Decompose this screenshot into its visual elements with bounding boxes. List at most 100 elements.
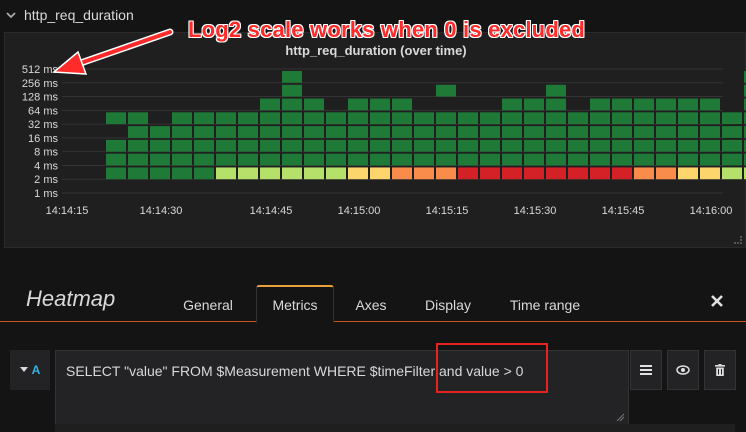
heatmap-cell[interactable] (392, 153, 412, 166)
heatmap-cell[interactable] (128, 139, 148, 152)
heatmap-cell[interactable] (590, 98, 610, 111)
heatmap-cell[interactable] (612, 112, 632, 125)
heatmap-cell[interactable] (612, 153, 632, 166)
heatmap-cell[interactable] (678, 112, 698, 125)
heatmap-cell[interactable] (524, 139, 544, 152)
heatmap-cell[interactable] (612, 167, 632, 180)
heatmap-cell[interactable] (216, 167, 236, 180)
heatmap-cell[interactable] (524, 112, 544, 125)
chevron-down-icon[interactable] (6, 10, 16, 20)
heatmap-cell[interactable] (678, 98, 698, 111)
close-icon[interactable] (710, 294, 724, 308)
toggle-query-button[interactable] (667, 350, 699, 390)
heatmap-cell[interactable] (348, 153, 368, 166)
heatmap-cell[interactable] (480, 126, 500, 138)
heatmap-cell[interactable] (634, 153, 654, 166)
heatmap-cell[interactable] (722, 126, 742, 138)
panel-resize-handle[interactable] (734, 236, 742, 244)
heatmap-cell[interactable] (216, 153, 236, 166)
heatmap-cell[interactable] (238, 153, 258, 166)
heatmap-cell[interactable] (480, 167, 500, 180)
heatmap-cell[interactable] (414, 126, 434, 138)
heatmap-cell[interactable] (194, 167, 214, 180)
heatmap-cell[interactable] (590, 126, 610, 138)
heatmap-cell[interactable] (634, 98, 654, 111)
tab-axes[interactable]: Axes (342, 288, 400, 322)
heatmap-cell[interactable] (700, 126, 720, 138)
heatmap-cell[interactable] (436, 139, 456, 152)
heatmap-cell[interactable] (282, 139, 302, 152)
heatmap-cell[interactable] (634, 112, 654, 125)
heatmap-cell[interactable] (546, 98, 566, 111)
heatmap-cell[interactable] (326, 167, 346, 180)
heatmap-cell[interactable] (700, 112, 720, 125)
heatmap-cell[interactable] (524, 153, 544, 166)
heatmap-cell[interactable] (722, 153, 742, 166)
heatmap-cell[interactable] (304, 98, 324, 111)
heatmap-cell[interactable] (282, 153, 302, 166)
heatmap-cell[interactable] (172, 167, 192, 180)
heatmap-cell[interactable] (480, 139, 500, 152)
heatmap-cell[interactable] (414, 139, 434, 152)
heatmap-cell[interactable] (656, 139, 676, 152)
heatmap-cell[interactable] (568, 153, 588, 166)
heatmap-cell[interactable] (392, 98, 412, 111)
heatmap-cell[interactable] (678, 167, 698, 180)
heatmap-cell[interactable] (612, 98, 632, 111)
heatmap-cell[interactable] (722, 167, 742, 180)
heatmap-cell[interactable] (458, 153, 478, 166)
heatmap-cell[interactable] (502, 139, 522, 152)
heatmap-cell[interactable] (546, 112, 566, 125)
heatmap-cell[interactable] (348, 167, 368, 180)
heatmap-cell[interactable] (106, 153, 126, 166)
heatmap-cell[interactable] (238, 126, 258, 138)
heatmap-cell[interactable] (128, 167, 148, 180)
heatmap-cell[interactable] (480, 112, 500, 125)
heatmap-cell[interactable] (238, 112, 258, 125)
heatmap-cell[interactable] (370, 139, 390, 152)
heatmap-cell[interactable] (502, 112, 522, 125)
heatmap-cell[interactable] (678, 153, 698, 166)
heatmap-cell[interactable] (612, 139, 632, 152)
heatmap-cell[interactable] (722, 139, 742, 152)
heatmap-cell[interactable] (436, 112, 456, 125)
heatmap-cell[interactable] (436, 126, 456, 138)
heatmap-cell[interactable] (282, 84, 302, 97)
heatmap-cell[interactable] (128, 112, 148, 125)
heatmap-cell[interactable] (392, 112, 412, 125)
tab-metrics[interactable]: Metrics (256, 285, 334, 323)
heatmap-cell[interactable] (172, 126, 192, 138)
heatmap-cell[interactable] (458, 112, 478, 125)
heatmap-cell[interactable] (546, 139, 566, 152)
heatmap-cell[interactable] (370, 167, 390, 180)
heatmap-cell[interactable] (150, 139, 170, 152)
heatmap-cell[interactable] (678, 139, 698, 152)
heatmap-cell[interactable] (546, 126, 566, 138)
heatmap-cell[interactable] (326, 153, 346, 166)
heatmap-cell[interactable] (634, 139, 654, 152)
heatmap-cell[interactable] (414, 112, 434, 125)
heatmap-cell[interactable] (370, 112, 390, 125)
heatmap-cell[interactable] (282, 98, 302, 111)
heatmap-cell[interactable] (524, 167, 544, 180)
heatmap-cell[interactable] (700, 153, 720, 166)
heatmap-cell[interactable] (436, 167, 456, 180)
heatmap-cell[interactable] (216, 139, 236, 152)
textarea-resize-icon[interactable] (615, 412, 625, 422)
heatmap-cell[interactable] (370, 126, 390, 138)
heatmap-cell[interactable] (128, 126, 148, 138)
query-ref-toggle[interactable]: A (10, 350, 50, 390)
heatmap-cell[interactable] (150, 153, 170, 166)
heatmap-cell[interactable] (348, 139, 368, 152)
heatmap-cell[interactable] (590, 153, 610, 166)
heatmap-cell[interactable] (458, 167, 478, 180)
heatmap-cell[interactable] (370, 153, 390, 166)
heatmap-cell[interactable] (656, 167, 676, 180)
heatmap-cell[interactable] (194, 153, 214, 166)
heatmap-cell[interactable] (480, 153, 500, 166)
heatmap-cell[interactable] (590, 112, 610, 125)
heatmap-cell[interactable] (700, 98, 720, 111)
heatmap-cell[interactable] (128, 153, 148, 166)
heatmap-cell[interactable] (546, 84, 566, 97)
heatmap-cell[interactable] (458, 126, 478, 138)
